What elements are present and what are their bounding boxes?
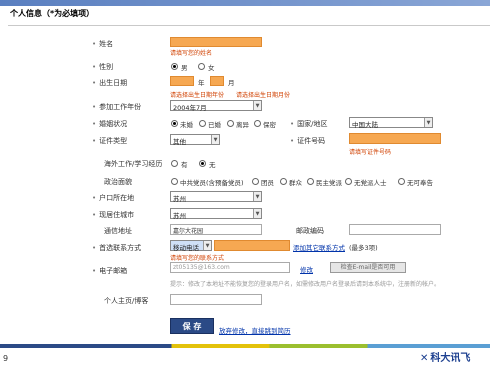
- brand-logo: ✕ 科大讯飞: [420, 353, 471, 364]
- political-league-radio[interactable]: [252, 178, 259, 185]
- overseas-no-radio[interactable]: [199, 160, 206, 167]
- overseas-yes-radio[interactable]: [171, 160, 178, 167]
- name-input[interactable]: [170, 37, 262, 47]
- homepage-input[interactable]: [170, 294, 262, 305]
- id-number-label: • 证件号码: [290, 137, 326, 145]
- chevron-down-icon: ▼: [253, 192, 261, 201]
- overseas-no-label: 无: [209, 161, 216, 169]
- marital-label: • 婚姻状况: [92, 120, 128, 128]
- chevron-down-icon: ▼: [253, 209, 261, 218]
- id-number-input[interactable]: [349, 133, 441, 144]
- nationality-label: • 国家/地区: [290, 120, 328, 128]
- political-party-label: 中共党员(含预备党员): [180, 179, 244, 187]
- save-button[interactable]: 保 存: [170, 318, 214, 334]
- contact-hint: 请填写您的联系方式: [170, 255, 225, 262]
- gender-label: • 性别: [92, 63, 114, 71]
- name-hint: 请填写您的姓名: [170, 50, 213, 57]
- work-start-select[interactable]: 2004年7月 ▼: [170, 100, 262, 112]
- section-header: 个人信息（*为必填项）: [10, 8, 94, 24]
- contact-input[interactable]: [214, 240, 290, 251]
- email-input[interactable]: zt05135@163.com: [170, 262, 290, 273]
- homepage-label: 个人主页/博客: [104, 297, 149, 305]
- chevron-down-icon: ▼: [253, 101, 261, 110]
- political-independent-label: 无党派人士: [354, 179, 387, 187]
- birth-month-unit: 月: [228, 79, 235, 87]
- marital-private-label: 保密: [263, 121, 276, 129]
- header-divider: [8, 25, 490, 26]
- id-type-select[interactable]: 其他 ▼: [170, 134, 220, 146]
- gender-female-radio[interactable]: [198, 63, 205, 70]
- marital-married-label: 已婚: [208, 121, 221, 129]
- political-democratic-radio[interactable]: [307, 178, 314, 185]
- political-masses-radio[interactable]: [280, 178, 287, 185]
- address-label: 通信地址: [104, 227, 132, 235]
- birth-year-hint: 请选择出生日期年份: [170, 92, 225, 99]
- marital-private-radio[interactable]: [254, 120, 261, 127]
- contact-label: • 首选联系方式: [92, 244, 142, 252]
- political-label: 政治面貌: [104, 178, 132, 186]
- section-title: 个人信息（*为必填项）: [10, 9, 95, 18]
- marital-single-radio[interactable]: [171, 120, 178, 127]
- birth-year-input[interactable]: [170, 76, 194, 86]
- gender-male-radio[interactable]: [171, 63, 178, 70]
- cancel-link[interactable]: 放弃修改，直接跳到简历: [219, 325, 291, 335]
- political-undisclosed-radio[interactable]: [398, 178, 405, 185]
- marital-single-label: 未婚: [180, 121, 193, 129]
- contact-type-select[interactable]: 移动电话 ▼: [170, 240, 212, 252]
- add-contact-link[interactable]: 添加其它联系方式: [293, 242, 345, 252]
- id-type-label: • 证件类型: [92, 137, 128, 145]
- political-masses-label: 群众: [289, 179, 302, 187]
- email-note: 提示：修改了本地址不能恢复您的登录用户名，如需修改用户名登录后请到本系统中，注册…: [170, 281, 441, 288]
- hukou-select[interactable]: 苏州 ▼: [170, 191, 262, 203]
- birth-year-unit: 年: [198, 79, 205, 87]
- chevron-down-icon: ▼: [424, 118, 432, 127]
- political-party-radio[interactable]: [171, 178, 178, 185]
- name-label: • 姓名: [92, 40, 114, 48]
- email-modify-link[interactable]: 修改: [300, 264, 313, 274]
- marital-divorced-radio[interactable]: [227, 120, 234, 127]
- residence-select[interactable]: 苏州 ▼: [170, 208, 262, 220]
- birth-label: • 出生日期: [92, 79, 128, 87]
- check-email-button[interactable]: 检查E-mail是否可用: [330, 262, 406, 273]
- id-number-hint: 请填写证件号码: [349, 149, 392, 156]
- overseas-yes-label: 有: [181, 161, 188, 169]
- political-democratic-label: 民主党派: [316, 179, 342, 187]
- footer-base: [0, 348, 490, 365]
- marital-divorced-label: 离异: [236, 121, 249, 129]
- email-label: • 电子邮箱: [92, 267, 128, 275]
- work-start-label: • 参加工作年份: [92, 103, 142, 111]
- page-number: 9: [3, 354, 9, 363]
- birth-month-hint: 请选择出生日期月份: [236, 92, 291, 99]
- political-league-label: 团员: [261, 179, 274, 187]
- add-contact-note: (最多3项): [349, 244, 378, 252]
- postcode-label: 邮政编码: [296, 227, 324, 235]
- nationality-select[interactable]: 中国大陆 ▼: [349, 117, 433, 129]
- chevron-down-icon: ▼: [211, 135, 219, 144]
- chevron-down-icon: ▼: [203, 241, 211, 250]
- residence-label: • 现居住城市: [92, 211, 135, 219]
- top-accent-bar: [0, 0, 490, 6]
- brand-mark-icon: ✕: [420, 353, 429, 364]
- political-independent-radio[interactable]: [345, 178, 352, 185]
- marital-married-radio[interactable]: [199, 120, 206, 127]
- postcode-input[interactable]: [349, 224, 441, 235]
- hukou-label: • 户口所在地: [92, 194, 135, 202]
- gender-male-label: 男: [181, 64, 188, 72]
- political-undisclosed-label: 无可奉告: [407, 179, 433, 187]
- overseas-label: 海外工作/学习经历: [104, 160, 163, 168]
- address-input[interactable]: 嘉尔大花园: [170, 224, 262, 235]
- gender-female-label: 女: [208, 64, 215, 72]
- birth-month-input[interactable]: [210, 76, 224, 86]
